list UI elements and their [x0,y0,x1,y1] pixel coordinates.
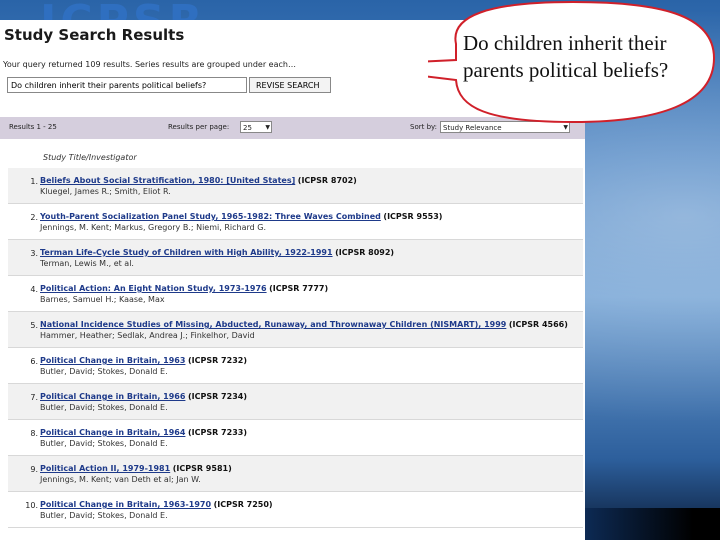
result-number: 1. [30,177,38,186]
study-code: (ICPSR 8702) [297,176,357,185]
results-summary: Your query returned 109 results. Series … [3,60,296,69]
study-title-link[interactable]: National Incidence Studies of Missing, A… [40,320,506,329]
study-code: (ICPSR 7250) [213,500,273,509]
study-code: (ICPSR 7233) [187,428,247,437]
study-code: (ICPSR 7232) [187,356,247,365]
study-title-link[interactable]: Political Change in Britain, 1966 [40,392,185,401]
results-range: Results 1 - 25 [9,123,57,131]
list-item: 7. Political Change in Britain, 1966 (IC… [8,384,583,420]
list-item: 4. Political Action: An Eight Nation Stu… [8,276,583,312]
study-code: (ICPSR 7777) [269,284,329,293]
study-title-link[interactable]: Political Change in Britain, 1963-1970 [40,500,211,509]
study-title-link[interactable]: Political Change in Britain, 1964 [40,428,185,437]
study-code: (ICPSR 4566) [508,320,568,329]
study-title-link[interactable]: Political Action II, 1979-1981 [40,464,170,473]
study-title-link[interactable]: Beliefs About Social Stratification, 198… [40,176,295,185]
result-number: 8. [30,429,38,438]
list-item: 10. Political Change in Britain, 1963-19… [8,492,583,528]
result-number: 3. [30,249,38,258]
list-item: 2. Youth-Parent Socialization Panel Stud… [8,204,583,240]
study-code: (ICPSR 9581) [172,464,232,473]
result-number: 9. [30,465,38,474]
study-code: (ICPSR 8092) [335,248,395,257]
study-title-link[interactable]: Political Change in Britain, 1963 [40,356,185,365]
results-list: 1. Beliefs About Social Stratification, … [8,168,583,528]
slide-background-bottom [585,508,720,540]
column-header: Study Title/Investigator [43,153,137,162]
result-number: 6. [30,357,38,366]
study-investigators: Jennings, M. Kent; van Deth et al; Jan W… [40,475,201,484]
study-code: (ICPSR 9553) [383,212,443,221]
revise-search-button[interactable]: REVISE SEARCH [249,77,331,93]
list-item: 6. Political Change in Britain, 1963 (IC… [8,348,583,384]
page-title: Study Search Results [4,26,185,44]
study-investigators: Butler, David; Stokes, Donald E. [40,511,168,520]
result-number: 5. [30,321,38,330]
result-number: 4. [30,285,38,294]
per-page-select[interactable]: 25 ▼ [240,121,272,133]
list-item: 8. Political Change in Britain, 1964 (IC… [8,420,583,456]
study-investigators: Terman, Lewis M., et al. [40,259,134,268]
list-item: 1. Beliefs About Social Stratification, … [8,168,583,204]
study-investigators: Jennings, M. Kent; Markus, Gregory B.; N… [40,223,266,232]
list-item: 9. Political Action II, 1979-1981 (ICPSR… [8,456,583,492]
per-page-label: Results per page: [168,123,230,131]
list-item: 3. Terman Life-Cycle Study of Children w… [8,240,583,276]
study-code: (ICPSR 7234) [187,392,247,401]
study-title-link[interactable]: Terman Life-Cycle Study of Children with… [40,248,333,257]
result-number: 10. [25,501,38,510]
search-input[interactable]: Do children inherit their parents politi… [7,77,247,93]
list-item: 5. National Incidence Studies of Missing… [8,312,583,348]
study-investigators: Butler, David; Stokes, Donald E. [40,439,168,448]
study-title-link[interactable]: Youth-Parent Socialization Panel Study, … [40,212,381,221]
study-title-link[interactable]: Political Action: An Eight Nation Study,… [40,284,267,293]
study-investigators: Kluegel, James R.; Smith, Eliot R. [40,187,171,196]
study-investigators: Hammer, Heather; Sedlak, Andrea J.; Fink… [40,331,255,340]
study-investigators: Butler, David; Stokes, Donald E. [40,367,168,376]
chevron-down-icon: ▼ [265,124,270,131]
study-investigators: Butler, David; Stokes, Donald E. [40,403,168,412]
result-number: 2. [30,213,38,222]
study-investigators: Barnes, Samuel H.; Kaase, Max [40,295,165,304]
callout-text: Do children inherit their parents politi… [463,31,669,82]
result-number: 7. [30,393,38,402]
